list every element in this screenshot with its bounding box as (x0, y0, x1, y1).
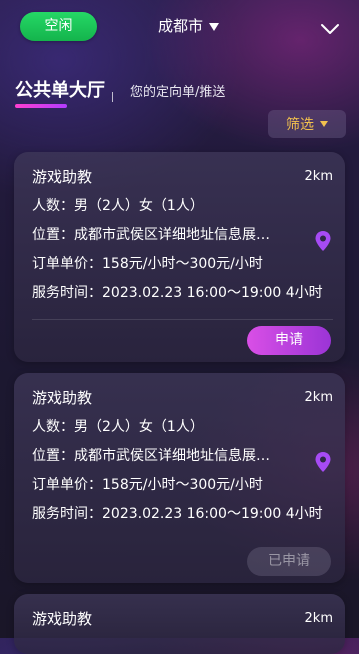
filter-button[interactable]: 筛选 (268, 110, 346, 138)
order-price: 订单单价：158元/小时～300元/小时 (32, 256, 263, 272)
order-service-time: 服务时间：2023.02.23 16:00～19:00 4小时 (32, 285, 323, 301)
order-title: 游戏助教 (32, 389, 93, 407)
location-pin-icon[interactable] (314, 230, 332, 252)
triangle-down-icon (320, 121, 328, 127)
order-location: 位置：成都市武侯区详细地址信息展… (32, 448, 270, 464)
order-distance: 2km (304, 390, 333, 405)
card-divider (32, 319, 333, 320)
city-selector[interactable]: 成都市 (158, 16, 220, 36)
active-tab-indicator (15, 104, 67, 108)
chevron-down-icon[interactable] (320, 22, 340, 36)
status-toggle-button[interactable]: 空闲 (20, 12, 97, 41)
order-service-time: 服务时间：2023.02.23 16:00～19:00 4小时 (32, 506, 323, 522)
tab-directed-orders[interactable]: 您的定向单/推送 (130, 84, 225, 102)
order-people: 人数：男（2人）女（1人） (32, 198, 204, 214)
location-pin-icon[interactable] (314, 451, 332, 473)
order-title: 游戏助教 (32, 168, 93, 186)
order-price: 订单单价：158元/小时～300元/小时 (32, 477, 263, 493)
order-distance: 2km (304, 169, 333, 184)
tab-divider (112, 92, 113, 102)
order-card[interactable]: 游戏助教 2km 人数：男（2人）女（1人） 位置：成都市武侯区详细地址信息展…… (14, 373, 345, 583)
order-card[interactable]: 游戏助教 2km (14, 594, 345, 654)
city-label: 成都市 (158, 17, 204, 35)
top-bar: 空闲 成都市 (0, 0, 359, 60)
applied-button: 已申请 (247, 547, 331, 576)
tab-public-hall[interactable]: 公共单大厅 (15, 80, 105, 102)
filter-label: 筛选 (286, 117, 314, 133)
apply-button[interactable]: 申请 (247, 326, 331, 355)
order-distance: 2km (304, 611, 333, 626)
triangle-down-icon (209, 23, 220, 31)
order-title: 游戏助教 (32, 610, 93, 628)
order-people: 人数：男（2人）女（1人） (32, 419, 204, 435)
order-location: 位置：成都市武侯区详细地址信息展… (32, 227, 270, 243)
order-card[interactable]: 游戏助教 2km 人数：男（2人）女（1人） 位置：成都市武侯区详细地址信息展…… (14, 152, 345, 362)
